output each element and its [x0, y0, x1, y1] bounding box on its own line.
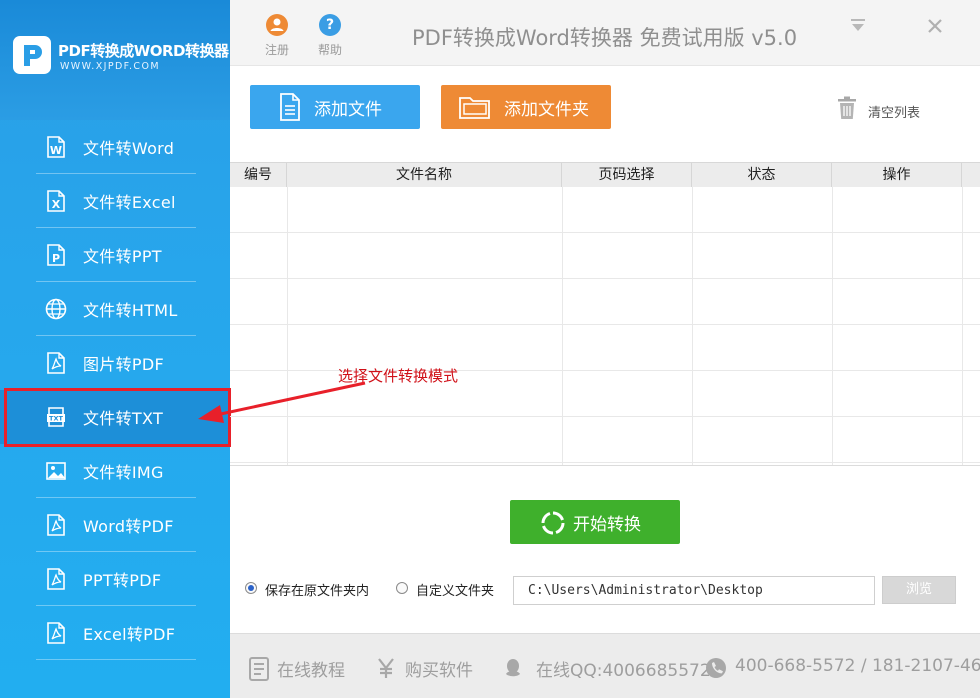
- online-qq-link[interactable]: 在线QQ:4006685572: [536, 656, 711, 681]
- word-file-icon: W: [44, 135, 68, 159]
- sidebar-item-label: 图片转PDF: [83, 355, 164, 374]
- table-row: [230, 279, 980, 325]
- help-label: 帮助: [317, 43, 342, 57]
- sidebar-item-label: 文件转TXT: [83, 409, 164, 428]
- save-custom-label[interactable]: 自定义文件夹: [416, 580, 494, 599]
- browse-button[interactable]: 浏览: [882, 576, 956, 604]
- column-header-number[interactable]: 编号: [230, 163, 287, 187]
- divider: [36, 659, 196, 660]
- pdf-file-icon: [44, 351, 68, 375]
- sidebar-item-label: 文件转HTML: [83, 301, 178, 320]
- sidebar-item-file-to-word[interactable]: W 文件转Word: [0, 120, 230, 174]
- sidebar-item-word-to-pdf[interactable]: Word转PDF: [0, 498, 230, 552]
- sidebar-item-label: Excel转PDF: [83, 625, 176, 644]
- sidebar-item-excel-to-pdf[interactable]: Excel转PDF: [0, 606, 230, 660]
- output-path-field[interactable]: C:\Users\Administrator\Desktop: [513, 576, 875, 605]
- sidebar-item-label: 文件转PPT: [83, 247, 162, 266]
- svg-text:P: P: [52, 252, 60, 265]
- sidebar-item-file-to-ppt[interactable]: P 文件转PPT: [0, 228, 230, 282]
- brand-url: WWW.XJPDF.COM: [60, 61, 160, 72]
- folder-icon: [458, 92, 492, 127]
- register-label: 注册: [264, 43, 289, 57]
- help-icon: ?: [319, 14, 341, 36]
- pdf-file-icon: [44, 621, 68, 645]
- buy-software-link[interactable]: 购买软件: [405, 656, 473, 681]
- pdf-file-icon: [44, 567, 68, 591]
- image-icon: [44, 459, 68, 483]
- add-folder-label: 添加文件夹: [504, 100, 589, 120]
- save-custom-radio[interactable]: [396, 582, 408, 594]
- title-bar: 注册 ? 帮助 PDF转换成Word转换器 免费试用版 v5.0: [230, 0, 980, 66]
- add-file-button[interactable]: 添加文件: [250, 85, 420, 129]
- start-convert-button[interactable]: 开始转换: [510, 500, 680, 544]
- sidebar: PDF转换成WORD转换器 WWW.XJPDF.COM W 文件转Word X …: [0, 0, 231, 698]
- table-row: [230, 187, 980, 233]
- phone-numbers: 400-668-5572 / 181-2107-4602: [735, 656, 980, 676]
- trash-icon: [836, 96, 858, 124]
- column-header-page-select[interactable]: 页码选择: [562, 163, 692, 187]
- column-header-status[interactable]: 状态: [692, 163, 832, 187]
- app-title: PDF转换成Word转换器 免费试用版 v5.0: [412, 26, 798, 50]
- yen-icon: [376, 657, 396, 683]
- phone-icon: [705, 657, 727, 683]
- add-file-label: 添加文件: [314, 100, 382, 120]
- sidebar-item-file-to-html[interactable]: 文件转HTML: [0, 282, 230, 336]
- table-header: 编号 文件名称 页码选择 状态 操作: [230, 163, 980, 187]
- clear-list-label: 清空列表: [868, 106, 921, 121]
- svg-text:W: W: [50, 144, 62, 157]
- sidebar-item-label: 文件转IMG: [83, 463, 164, 482]
- excel-file-icon: X: [44, 189, 68, 213]
- document-icon: [278, 92, 302, 127]
- app-logo: [13, 36, 51, 74]
- brand-header: PDF转换成WORD转换器 WWW.XJPDF.COM: [0, 0, 230, 120]
- help-button[interactable]: ? 帮助: [310, 14, 350, 58]
- annotation-arrow-icon: [198, 381, 366, 423]
- sidebar-item-file-to-excel[interactable]: X 文件转Excel: [0, 174, 230, 228]
- refresh-icon: [541, 511, 565, 540]
- close-button[interactable]: [926, 17, 944, 35]
- txt-file-icon: TXT: [44, 405, 68, 429]
- sidebar-item-label: 文件转Excel: [83, 193, 176, 212]
- register-button[interactable]: 注册: [257, 14, 297, 58]
- sidebar-item-label: 文件转Word: [83, 139, 175, 158]
- online-tutorial-link[interactable]: 在线教程: [277, 656, 345, 681]
- sidebar-item-ppt-to-pdf[interactable]: PPT转PDF: [0, 552, 230, 606]
- pdf-file-icon: [44, 513, 68, 537]
- table-row: [230, 233, 980, 279]
- svg-text:X: X: [52, 198, 61, 211]
- column-header-filename[interactable]: 文件名称: [287, 163, 562, 187]
- sidebar-item-label: PPT转PDF: [83, 571, 162, 590]
- brand-name: PDF转换成WORD转换器: [58, 42, 229, 60]
- column-header-spacer: [962, 163, 980, 187]
- sidebar-item-label: Word转PDF: [83, 517, 174, 536]
- add-folder-button[interactable]: 添加文件夹: [441, 85, 611, 129]
- ppt-file-icon: P: [44, 243, 68, 267]
- qq-icon: [502, 657, 524, 683]
- svg-text:TXT: TXT: [49, 415, 63, 423]
- tutorial-icon: [248, 657, 270, 685]
- globe-icon: [44, 297, 68, 321]
- sidebar-item-file-to-img[interactable]: 文件转IMG: [0, 444, 230, 498]
- start-convert-label: 开始转换: [573, 515, 641, 535]
- column-header-action[interactable]: 操作: [832, 163, 962, 187]
- footer-bar: 在线教程 购买软件 在线QQ:4006685572 400-668-5572 /…: [230, 633, 980, 698]
- user-icon: [266, 14, 288, 36]
- save-original-radio[interactable]: [245, 582, 257, 594]
- minimize-button[interactable]: [849, 17, 867, 35]
- save-original-label[interactable]: 保存在原文件夹内: [265, 580, 369, 599]
